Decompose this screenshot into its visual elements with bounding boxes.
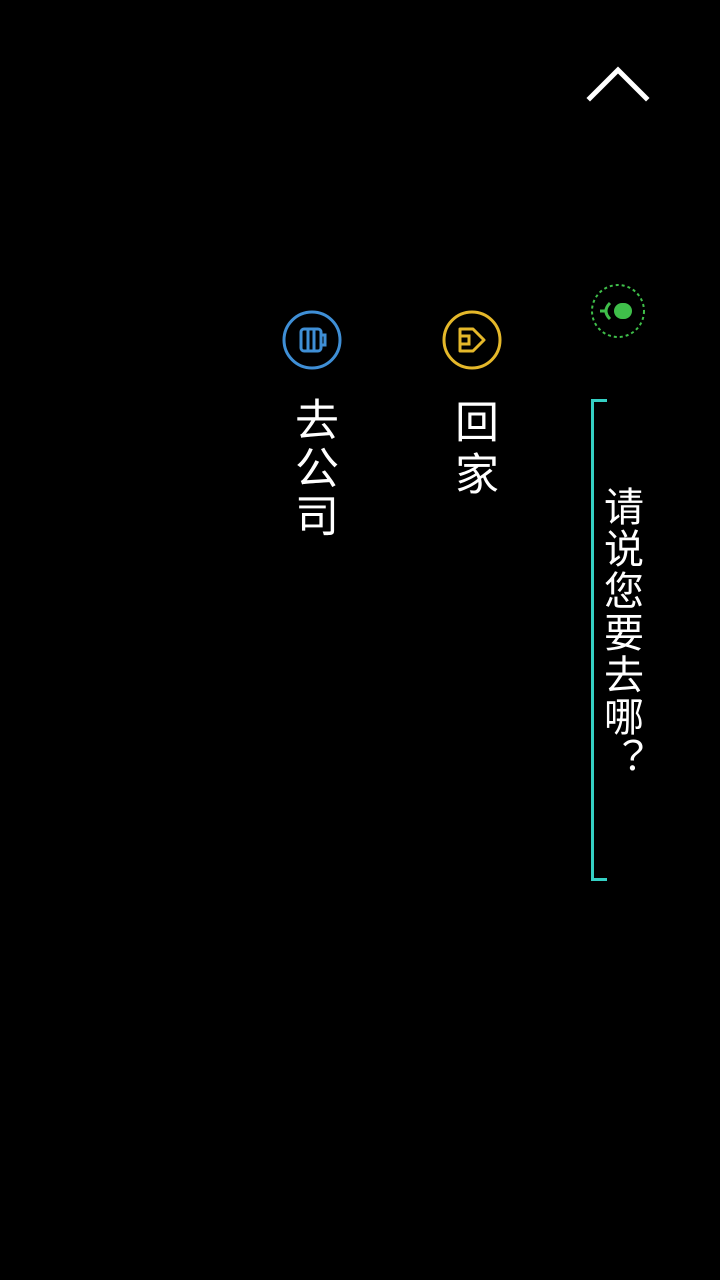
collapse-button[interactable] xyxy=(582,54,654,114)
option-label: 去公司 xyxy=(287,397,338,541)
prompt-text: 请说您要去哪？ xyxy=(597,486,643,780)
microphone-icon[interactable] xyxy=(588,281,648,341)
home-icon xyxy=(441,309,503,371)
option-label: 回家 xyxy=(447,399,498,503)
briefcase-icon xyxy=(281,309,343,371)
chevron-up-icon xyxy=(586,66,650,102)
